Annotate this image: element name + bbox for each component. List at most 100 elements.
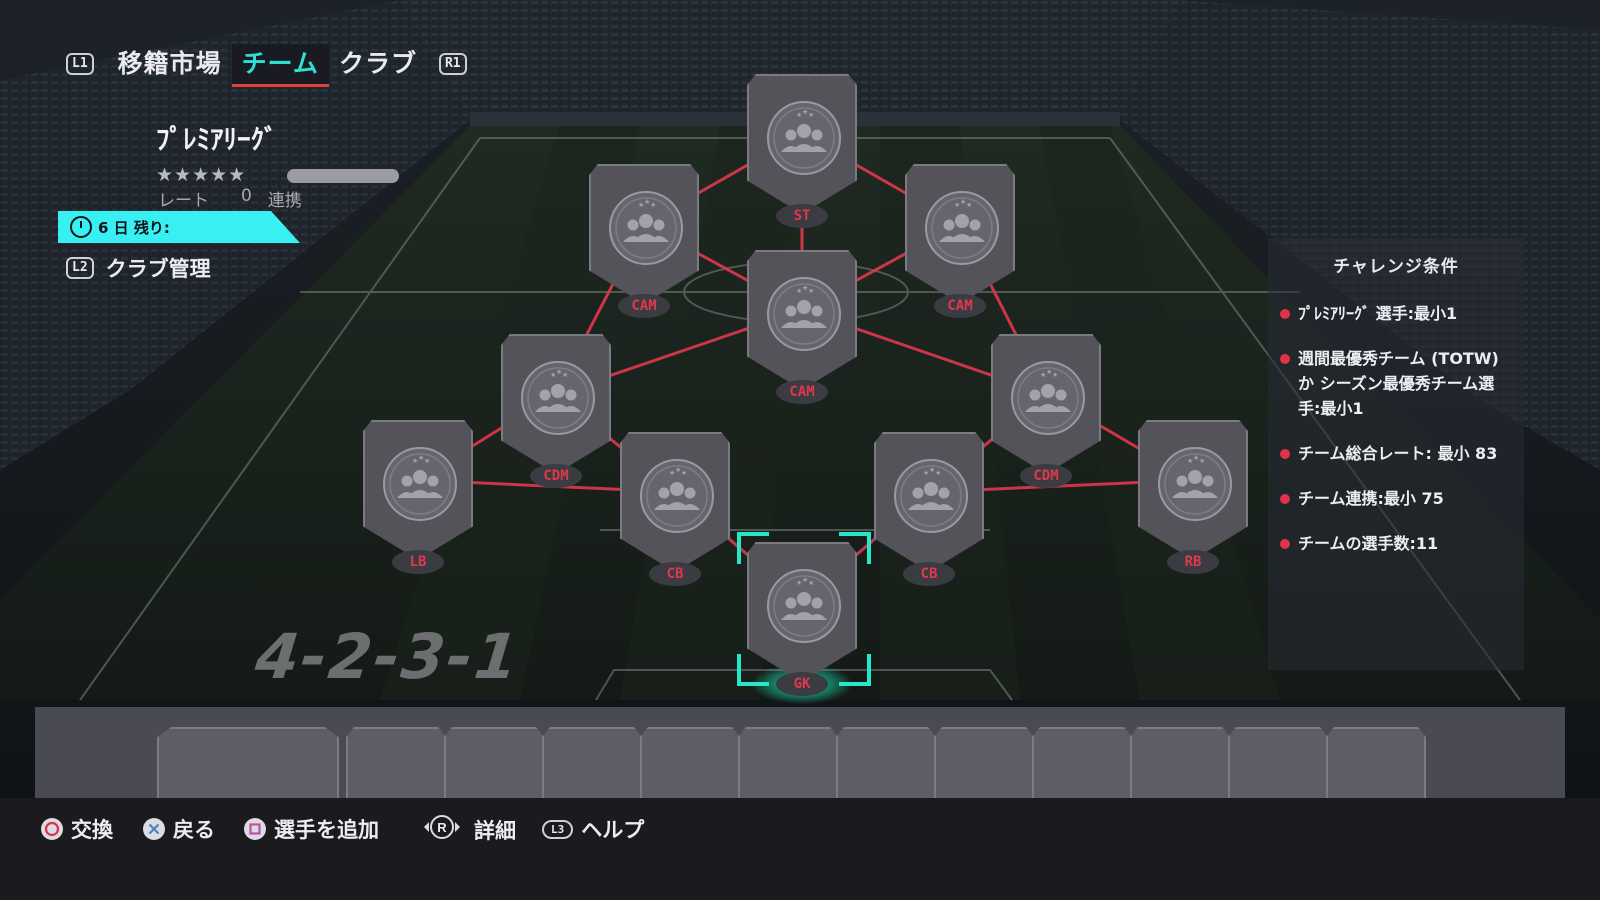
empty-player-card[interactable]: ★ ★ ★ bbox=[1138, 420, 1248, 560]
requirement-item: 週間最優秀チーム (TOTW) か シーズン最優秀チーム選手:最小1 bbox=[1280, 346, 1510, 421]
empty-player-card[interactable]: ★ ★ ★ bbox=[991, 334, 1101, 474]
button-hint-bar bbox=[0, 798, 1600, 900]
player-placeholder-icon: ★ ★ ★ bbox=[925, 191, 999, 265]
l3-button-icon: L3 bbox=[542, 819, 574, 839]
position-label: CDM bbox=[530, 464, 582, 488]
bench-slot[interactable] bbox=[836, 727, 936, 801]
svg-text:★: ★ bbox=[424, 457, 430, 465]
league-name: ﾌﾟﾚﾐｱﾘｰｸﾞ bbox=[156, 125, 278, 156]
svg-text:★: ★ bbox=[681, 469, 687, 477]
player-slot-st[interactable]: ★ ★ ★ ST bbox=[747, 74, 857, 234]
bench-slot[interactable] bbox=[934, 727, 1034, 801]
bench-slot[interactable] bbox=[157, 727, 339, 801]
square-button-icon bbox=[244, 818, 266, 840]
bench-slot[interactable] bbox=[1130, 727, 1230, 801]
tab-transfer-market[interactable]: 移籍市場 bbox=[108, 44, 232, 84]
challenge-title: チャレンジ条件 bbox=[1333, 257, 1459, 277]
bench-slot[interactable] bbox=[640, 727, 740, 801]
empty-player-card[interactable]: ★ ★ ★ bbox=[747, 74, 857, 214]
rating-value: 0 bbox=[241, 186, 252, 206]
position-label: CAM bbox=[934, 294, 986, 318]
selection-corner bbox=[737, 532, 769, 564]
selection-corner bbox=[839, 654, 871, 686]
challenge-requirements-panel: チャレンジ条件 ﾌﾟﾚﾐｱﾘｰｸﾞ 選手:最小1 週間最優秀チーム (TOTW)… bbox=[1268, 238, 1524, 670]
player-slot-lb[interactable]: ★ ★ ★ LB bbox=[363, 420, 473, 580]
hint-details-label: 詳細 bbox=[474, 818, 516, 843]
empty-player-card[interactable]: ★ ★ ★ bbox=[589, 164, 699, 304]
rating-label: レート bbox=[158, 191, 209, 211]
l2-button-icon: L2 bbox=[66, 257, 94, 279]
player-slot-cdm-r[interactable]: ★ ★ ★ CDM bbox=[991, 334, 1101, 494]
bench-slot[interactable] bbox=[444, 727, 544, 801]
position-label: LB bbox=[392, 550, 444, 574]
empty-player-card[interactable]: ★ ★ ★ bbox=[874, 432, 984, 572]
svg-text:★: ★ bbox=[1199, 457, 1205, 465]
chemistry-label: 連携 bbox=[267, 191, 302, 211]
bench-slot[interactable] bbox=[542, 727, 642, 801]
requirements-list: ﾌﾟﾚﾐｱﾘｰｸﾞ 選手:最小1 週間最優秀チーム (TOTW) か シーズン最… bbox=[1268, 301, 1524, 556]
empty-player-card[interactable]: ★ ★ ★ bbox=[620, 432, 730, 572]
cross-button-icon bbox=[143, 818, 165, 840]
player-slot-cb-l[interactable]: ★ ★ ★ CB bbox=[620, 432, 730, 592]
hint-swap[interactable]: 交換 bbox=[41, 814, 113, 844]
club-management-label: クラブ管理 bbox=[105, 257, 211, 281]
svg-text:★: ★ bbox=[808, 111, 814, 119]
hint-help-label: ヘルプ bbox=[581, 818, 645, 842]
r-stick-icon: R bbox=[418, 814, 466, 845]
bench-slot[interactable] bbox=[1032, 727, 1132, 801]
player-placeholder-icon: ★ ★ ★ bbox=[609, 191, 683, 265]
hint-add-player[interactable]: 選手を追加 bbox=[244, 814, 379, 844]
position-label: CB bbox=[903, 562, 955, 586]
requirement-item: チーム総合レート: 最小 83 bbox=[1280, 441, 1510, 466]
r1-button-icon[interactable]: R1 bbox=[438, 53, 467, 75]
selection-corner bbox=[737, 654, 769, 686]
player-slot-cam-l[interactable]: ★ ★ ★ CAM bbox=[589, 164, 699, 324]
player-placeholder-icon: ★ ★ ★ bbox=[640, 459, 714, 533]
star-rating: ★★★★★ bbox=[156, 164, 247, 186]
bench-slot[interactable] bbox=[1326, 727, 1426, 801]
player-slot-cam-c[interactable]: ★ ★ ★ CAM bbox=[747, 250, 857, 410]
player-placeholder-icon: ★ ★ ★ bbox=[767, 569, 841, 643]
club-management-button[interactable]: L2 クラブ管理 bbox=[66, 253, 211, 283]
tab-club[interactable]: クラブ bbox=[329, 44, 427, 84]
requirement-item: チームの選手数:11 bbox=[1280, 531, 1510, 556]
hint-back[interactable]: 戻る bbox=[143, 814, 215, 844]
empty-player-card[interactable]: ★ ★ ★ bbox=[747, 250, 857, 390]
hint-back-label: 戻る bbox=[173, 818, 215, 842]
player-slot-rb[interactable]: ★ ★ ★ RB bbox=[1138, 420, 1248, 580]
player-slot-cb-r[interactable]: ★ ★ ★ CB bbox=[874, 432, 984, 592]
empty-player-card[interactable]: ★ ★ ★ bbox=[363, 420, 473, 560]
position-label: GK bbox=[776, 672, 828, 696]
tab-team[interactable]: チーム bbox=[231, 44, 330, 87]
requirement-item: ﾌﾟﾚﾐｱﾘｰｸﾞ 選手:最小1 bbox=[1280, 301, 1510, 326]
top-nav: L1 移籍市場 チーム クラブ R1 bbox=[66, 44, 467, 87]
player-placeholder-icon: ★ ★ ★ bbox=[1011, 361, 1085, 435]
player-slot-cdm-l[interactable]: ★ ★ ★ CDM bbox=[501, 334, 611, 494]
position-label: CB bbox=[649, 562, 701, 586]
stopwatch-icon bbox=[70, 216, 92, 238]
hint-details[interactable]: R 詳細 bbox=[418, 814, 516, 845]
svg-text:★: ★ bbox=[1052, 371, 1058, 379]
position-label: CAM bbox=[618, 294, 670, 318]
bench-slot[interactable] bbox=[738, 727, 838, 801]
position-label: CAM bbox=[776, 380, 828, 404]
hint-help[interactable]: L3 ヘルプ bbox=[542, 814, 644, 844]
position-label: CDM bbox=[1020, 464, 1072, 488]
chemistry-bar bbox=[287, 169, 399, 183]
empty-player-card[interactable]: ★ ★ ★ bbox=[501, 334, 611, 474]
player-slot-cam-r[interactable]: ★ ★ ★ CAM bbox=[905, 164, 1015, 324]
svg-text:★: ★ bbox=[650, 201, 656, 209]
time-remaining-banner: 6 日 残り: bbox=[58, 211, 300, 243]
bench-slot[interactable] bbox=[1228, 727, 1328, 801]
hint-swap-label: 交換 bbox=[71, 818, 113, 842]
svg-text:★: ★ bbox=[562, 371, 568, 379]
bench-slot[interactable] bbox=[346, 727, 446, 801]
svg-text:★: ★ bbox=[966, 201, 972, 209]
svg-text:★: ★ bbox=[935, 469, 941, 477]
empty-player-card[interactable]: ★ ★ ★ bbox=[905, 164, 1015, 304]
position-label: RB bbox=[1167, 550, 1219, 574]
player-placeholder-icon: ★ ★ ★ bbox=[383, 447, 457, 521]
l1-button-icon[interactable]: L1 bbox=[66, 53, 94, 75]
player-slot-gk[interactable]: ★ ★ ★ GK bbox=[737, 532, 871, 704]
rating-row: レート 0 連携 bbox=[158, 186, 302, 211]
